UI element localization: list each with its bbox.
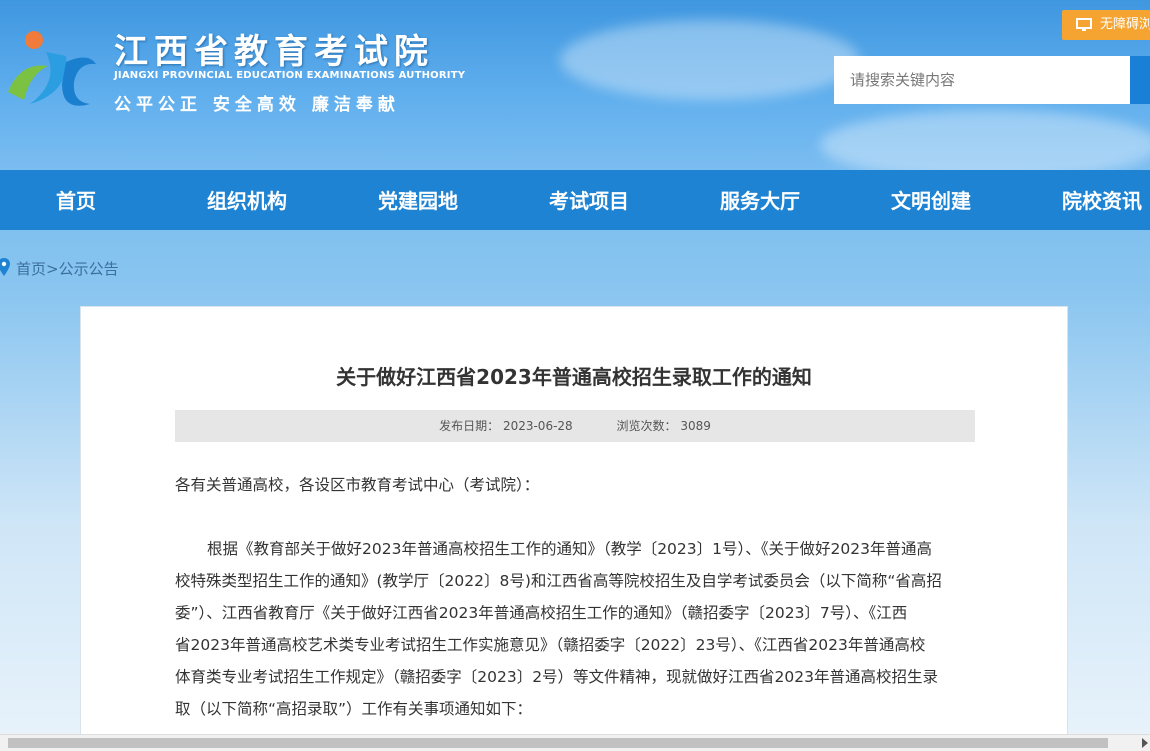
accessibility-label: 无障碍浏览 — [1100, 17, 1150, 32]
scrollbar-thumb[interactable] — [8, 738, 1108, 748]
location-pin-icon — [0, 258, 10, 276]
horizontal-scrollbar[interactable] — [0, 734, 1150, 751]
nav-item-exam-programs[interactable]: 考试项目 — [549, 170, 629, 230]
nav-item-organization[interactable]: 组织机构 — [207, 170, 287, 230]
publish-date: 发布日期： 2023-06-28 — [439, 419, 573, 433]
paragraph-line: 体育类专业考试招生工作规定》（赣招委字〔2023〕2号）等文件精神，现就做好江西… — [175, 668, 939, 686]
paragraph-line: 校特殊类型招生工作的通知》(教学厅〔2022〕8号)和江西省高等院校招生及自学考… — [175, 572, 942, 590]
search-button[interactable] — [1130, 56, 1150, 104]
site-slogan: 公平公正 安全高效 廉洁奉献 — [114, 95, 400, 115]
nav-item-college-news[interactable]: 院校资讯 — [1062, 170, 1142, 230]
nav-item-party-building[interactable]: 党建园地 — [378, 170, 458, 230]
site-header: 江西省教育考试院 JIANGXI PROVINCIAL EDUCATION EX… — [0, 0, 1150, 170]
nav-item-home[interactable]: 首页 — [56, 170, 96, 230]
breadcrumb-text[interactable]: 首页>公示公告 — [16, 258, 119, 279]
article-meta-bar: 发布日期： 2023-06-28 浏览次数： 3089 — [175, 410, 975, 442]
authority-logo-icon — [8, 31, 96, 106]
search-input[interactable] — [834, 56, 1130, 104]
paragraph-line: 省2023年普通高校艺术类专业考试招生工作实施意见》（赣招委字〔2022〕23号… — [175, 636, 926, 654]
article-title: 关于做好江西省2023年普通高校招生录取工作的通知 — [336, 365, 812, 389]
article-panel: 关于做好江西省2023年普通高校招生录取工作的通知 发布日期： 2023-06-… — [80, 306, 1068, 746]
main-nav: 首页 组织机构 党建园地 考试项目 服务大厅 文明创建 院校资讯 — [0, 170, 1150, 230]
view-count: 浏览次数： 3089 — [616, 419, 711, 433]
nav-item-civilization[interactable]: 文明创建 — [891, 170, 971, 230]
nav-item-service-hall[interactable]: 服务大厅 — [720, 170, 800, 230]
site-title-english: JIANGXI PROVINCIAL EDUCATION EXAMINATION… — [114, 70, 466, 81]
paragraph-line: 委”）、江西省教育厅《关于做好江西省2023年普通高校招生工作的通知》（赣招委字… — [175, 604, 908, 622]
site-title: 江西省教育考试院 — [114, 32, 434, 72]
paragraph-line: 取（以下简称“高招录取”）工作有关事项通知如下： — [175, 700, 533, 718]
cloud-decoration — [820, 110, 1150, 170]
cloud-decoration — [560, 20, 860, 100]
article-salutation: 各有关普通高校，各设区市教育考试中心（考试院）： — [175, 476, 540, 494]
article-paragraph: 根据《教育部关于做好2023年普通高校招生工作的通知》（教学〔2023〕1号）、… — [175, 533, 975, 725]
paragraph-line: 根据《教育部关于做好2023年普通高校招生工作的通知》（教学〔2023〕1号）、… — [207, 540, 932, 558]
scroll-right-arrow-icon[interactable] — [1142, 738, 1148, 748]
monitor-icon — [1076, 17, 1092, 31]
accessibility-button[interactable]: 无障碍浏览 — [1062, 10, 1150, 40]
